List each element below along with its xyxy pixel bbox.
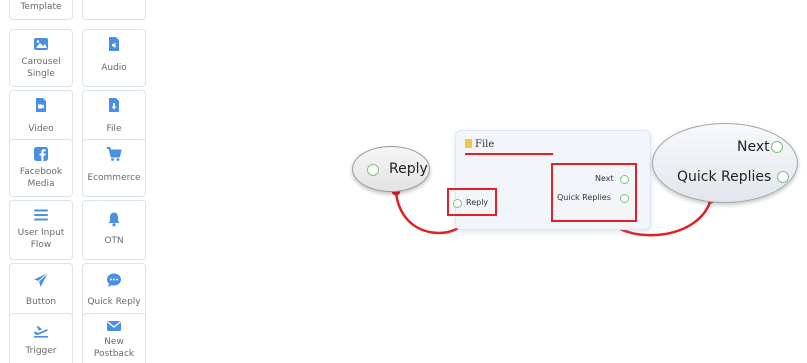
file-node-title-row: File bbox=[465, 139, 494, 150]
target-node-label-quick-replies: Quick Replies bbox=[677, 169, 772, 185]
reply-node-label: Reply bbox=[389, 161, 428, 177]
annotation-box-input bbox=[447, 188, 497, 216]
reply-node[interactable]: Reply bbox=[352, 146, 430, 192]
target-node-port-quick-replies[interactable] bbox=[777, 171, 789, 183]
target-node-label-next: Next bbox=[737, 139, 770, 155]
title-underline bbox=[465, 153, 553, 155]
file-icon bbox=[465, 139, 472, 148]
annotation-box-outputs bbox=[551, 163, 637, 222]
flow-builder: Template Carousel Single Audio Video Fil… bbox=[0, 0, 807, 363]
file-node-title: File bbox=[475, 139, 495, 150]
reply-node-output-port[interactable] bbox=[367, 164, 379, 176]
target-node-port-next[interactable] bbox=[771, 141, 783, 153]
target-node[interactable]: Next Quick Replies bbox=[652, 123, 798, 203]
